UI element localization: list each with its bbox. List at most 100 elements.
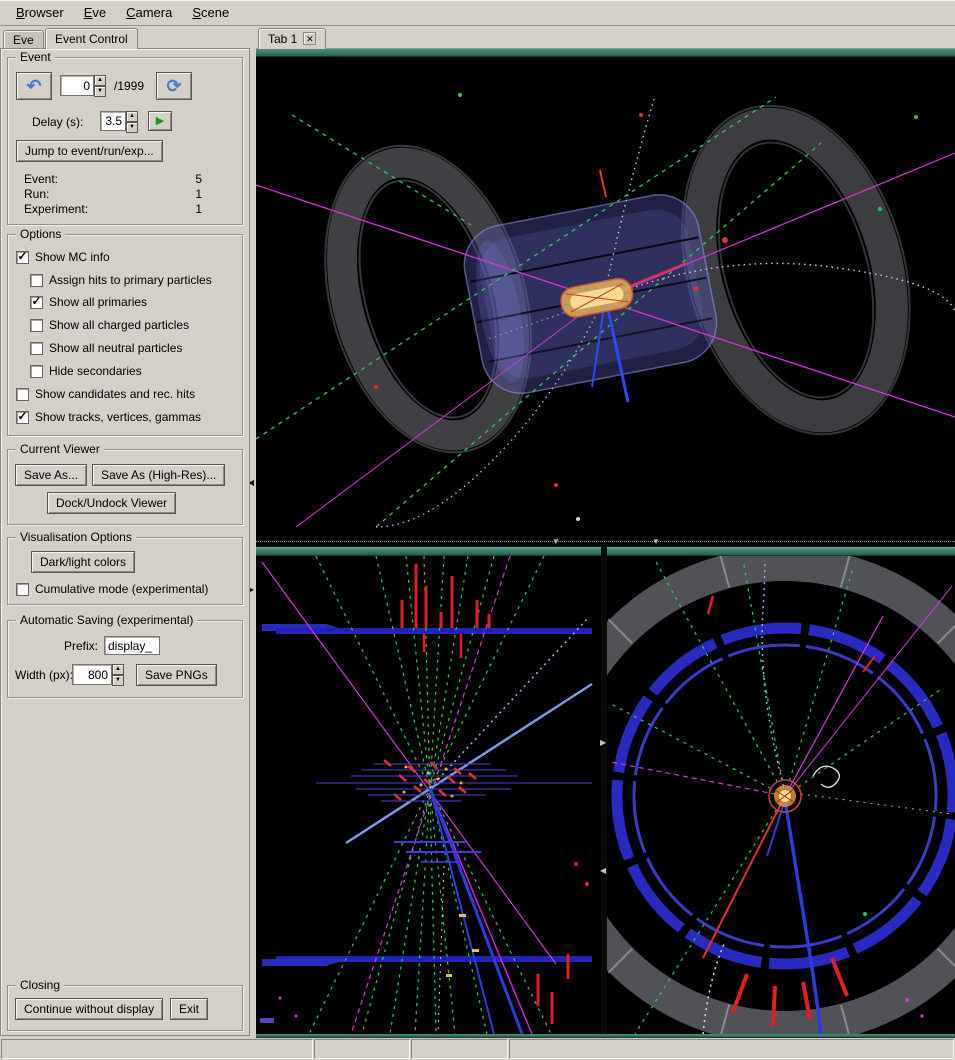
checkbox-show-all-primaries[interactable]: ✓ Show all primaries [30,294,147,310]
splitter-down-icon[interactable]: ▼ [652,537,660,547]
panel-viewer-splitter[interactable]: ◀ ▶ [250,48,256,1038]
checkbox-box[interactable]: ✓ [30,365,43,378]
play-icon: ▶ [156,116,164,127]
tab-eve[interactable]: Eve [3,30,44,48]
spin-up-icon[interactable]: ▲ [94,75,106,86]
continue-without-display-button[interactable]: Continue without display [15,998,163,1020]
prev-event-icon: ↶ [26,77,41,95]
checkbox-show-neutral[interactable]: ✓ Show all neutral particles [30,340,182,356]
spin-down-icon[interactable]: ▼ [94,86,106,97]
menu-scene[interactable]: Scene [182,1,239,24]
event-info-value: 5 [195,172,202,186]
next-event-button[interactable]: ⟳ [156,72,192,100]
checkbox-box[interactable]: ✓ [30,296,43,309]
automatic-saving-group: Automatic Saving (experimental) Prefix: … [7,620,243,698]
dock-undock-button[interactable]: Dock/Undock Viewer [47,492,176,514]
next-event-icon: ⟳ [166,77,181,95]
automatic-saving-title: Automatic Saving (experimental) [16,613,197,627]
checkbox-box[interactable]: ✓ [16,411,29,424]
checkbox-show-tracks[interactable]: ✓ Show tracks, vertices, gammas [16,409,201,425]
checkbox-label: Show tracks, vertices, gammas [35,410,201,424]
dark-light-colors-button[interactable]: Dark/light colors [31,551,135,573]
menu-bar: Browser Eve Camera Scene [0,0,955,26]
main-viewer-header-bar[interactable] [256,48,955,57]
status-cell [314,1039,410,1059]
splitter-left-icon[interactable]: ◀ [600,867,606,875]
checkbox-hide-secondaries[interactable]: ✓ Hide secondaries [30,363,142,379]
menu-eve[interactable]: Eve [74,1,116,24]
tab-row: Eve Event Control Tab 1✕ [0,26,955,48]
checkbox-box[interactable]: ✓ [16,388,29,401]
width-px-label: Width (px): [15,668,73,682]
status-bar [0,1038,955,1060]
closing-group-title: Closing [16,978,64,992]
horizontal-splitter[interactable]: ▼ ▼ [256,537,955,547]
delay-field[interactable] [100,111,126,131]
event-total-label: /1999 [114,79,144,93]
check-icon: ✓ [31,295,41,307]
save-as-hires-button[interactable]: Save As (High-Res)... [92,464,225,486]
checkbox-box[interactable]: ✓ [30,342,43,355]
save-as-button[interactable]: Save As... [15,464,87,486]
status-cell [509,1039,954,1059]
tab-viewer-tab1[interactable]: Tab 1✕ [258,28,326,49]
checkbox-show-mc-info[interactable]: ✓ Show MC info [16,249,110,265]
checkbox-label: Show candidates and rec. hits [35,387,195,401]
event-group-title: Event [16,50,55,64]
checkbox-box[interactable]: ✓ [30,319,43,332]
checkbox-label: Show all primaries [49,295,147,309]
event-number-field[interactable] [60,75,94,96]
checkbox-box[interactable]: ✓ [30,274,43,287]
spin-up-icon[interactable]: ▲ [126,111,138,122]
front-view-viewer[interactable] [607,556,955,1034]
current-viewer-group: Current Viewer Save As... Save As (High-… [7,449,243,525]
splitter-right-icon[interactable]: ▶ [600,739,606,747]
width-spinner: ▲ ▼ [72,664,124,686]
side-view-viewer[interactable] [256,556,601,1034]
run-info-row: Run: 1 [24,187,202,201]
splitter-down-icon[interactable]: ▼ [552,537,560,547]
width-field[interactable] [72,664,112,685]
tab-event-control[interactable]: Event Control [45,28,138,49]
visualisation-options-group: Visualisation Options Dark/light colors … [7,537,243,605]
check-icon: ✓ [17,410,27,422]
prefix-field[interactable] [104,636,160,655]
checkbox-label: Assign hits to primary particles [49,273,212,287]
checkbox-show-charged[interactable]: ✓ Show all charged particles [30,317,189,333]
menu-camera[interactable]: Camera [116,1,182,24]
splitter-dotted-line [256,541,955,542]
event-number-spinner: ▲ ▼ [60,75,106,97]
current-viewer-title: Current Viewer [16,442,104,456]
close-icon[interactable]: ✕ [303,32,316,45]
jump-to-event-button[interactable]: Jump to event/run/exp... [16,140,163,162]
prev-event-button[interactable]: ↶ [16,72,52,100]
main-3d-viewer[interactable] [256,57,955,537]
checkbox-cumulative-mode[interactable]: ✓ Cumulative mode (experimental) [16,581,208,597]
side-view-event-graphic [256,556,601,1034]
menu-browser[interactable]: Browser [6,1,74,24]
side-viewer-header-bar[interactable] [256,547,601,556]
checkbox-label: Show all charged particles [49,318,189,332]
spin-down-icon[interactable]: ▼ [126,122,138,133]
checkbox-box[interactable]: ✓ [16,583,29,596]
checkbox-box[interactable]: ✓ [16,251,29,264]
save-pngs-button[interactable]: Save PNGs [136,664,217,686]
exit-button[interactable]: Exit [170,998,208,1020]
status-cell [1,1039,313,1059]
checkbox-assign-hits[interactable]: ✓ Assign hits to primary particles [30,272,212,288]
spin-down-icon[interactable]: ▼ [112,675,124,686]
experiment-info-value: 1 [195,202,202,216]
run-info-label: Run: [24,187,49,201]
front-viewer-header-bar[interactable] [607,547,955,556]
run-info-value: 1 [195,187,202,201]
spin-up-icon[interactable]: ▲ [112,664,124,675]
check-icon: ✓ [17,250,27,262]
experiment-info-row: Experiment: 1 [24,202,202,216]
options-group: Options ✓ Show MC info ✓ Assign hits to … [7,234,243,436]
closing-group: Closing Continue without display Exit [7,985,243,1031]
event-control-panel: Event ↶ ▲ ▼ /1999 ⟳ Delay (s): ▲ ▼ ▶ Jum… [0,48,250,1036]
checkbox-label: Cumulative mode (experimental) [35,582,208,596]
play-button[interactable]: ▶ [148,111,172,131]
delay-spinner: ▲ ▼ [100,111,138,133]
checkbox-show-candidates[interactable]: ✓ Show candidates and rec. hits [16,386,195,402]
